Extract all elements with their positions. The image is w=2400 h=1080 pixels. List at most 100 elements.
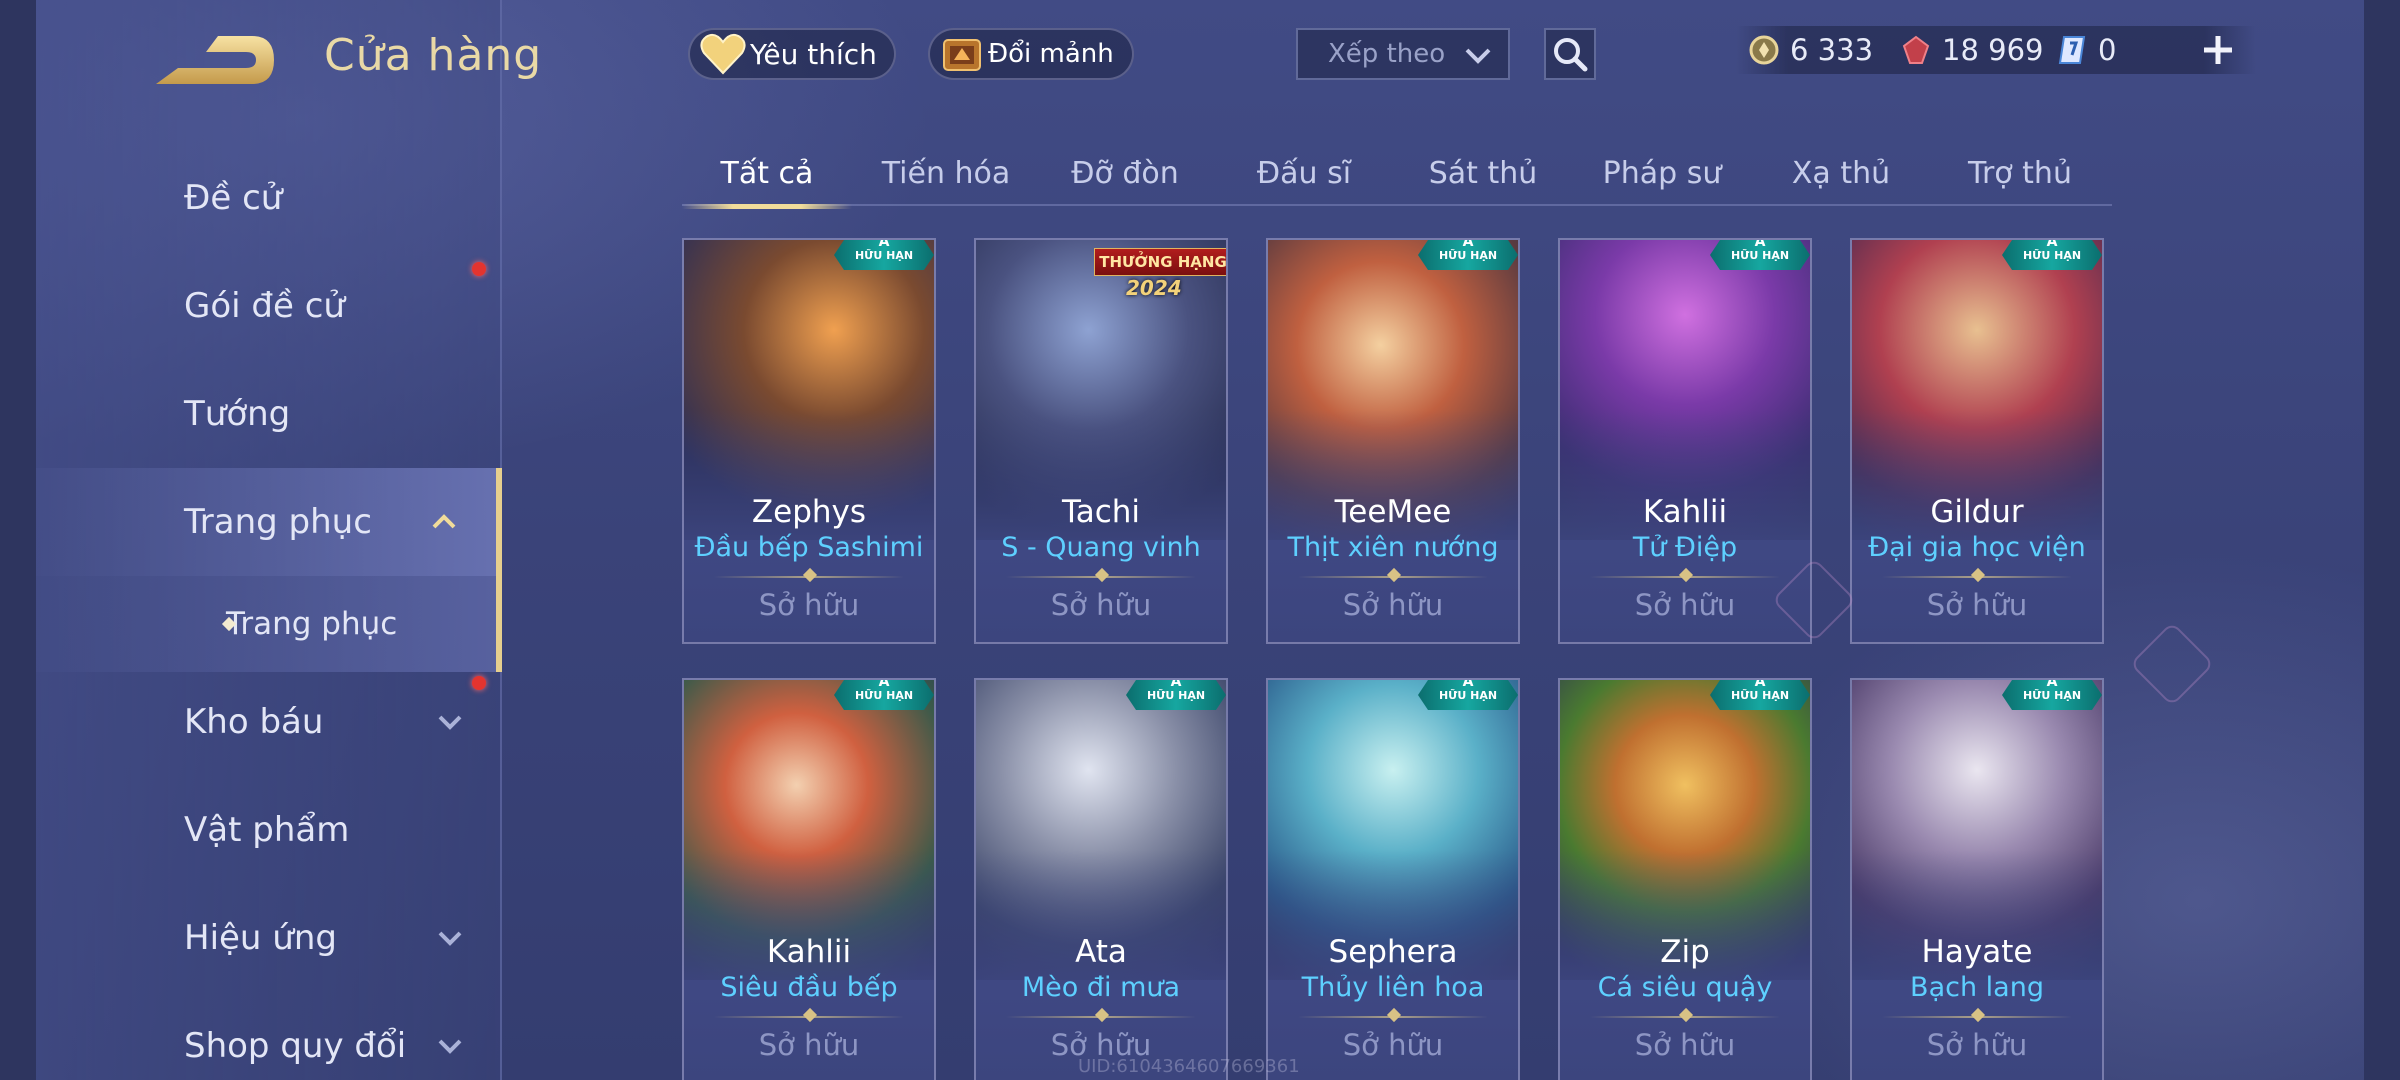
tab-do-don[interactable]: Đỡ đòn	[1040, 140, 1210, 206]
sidebar-item-de-cu[interactable]: Đề cử	[36, 144, 502, 252]
tier-label: A	[2046, 678, 2058, 690]
skin-name: Đầu bếp Sashimi	[694, 532, 924, 563]
hero-name: TeeMee	[1334, 494, 1452, 530]
tab-tien-hoa[interactable]: Tiến hóa	[861, 140, 1031, 206]
tab-label: Tiến hóa	[881, 155, 1011, 191]
owned-status: Sở hữu	[1634, 588, 1736, 622]
tab-label: Tất cả	[720, 155, 814, 191]
tier-label: A	[1170, 678, 1182, 690]
tab-label: Pháp sư	[1602, 155, 1722, 191]
chevron-down-icon	[438, 715, 462, 730]
sidebar-item-tuong[interactable]: Tướng	[36, 360, 502, 468]
chevron-up-icon	[432, 514, 456, 529]
sidebar-item-label: Tướng	[184, 394, 291, 434]
tier-label: A	[1462, 678, 1474, 690]
hero-name: Kahlii	[1642, 494, 1728, 530]
tab-label: Đấu sĩ	[1256, 155, 1352, 191]
shard-chest-icon	[943, 39, 981, 71]
tab-tat-ca[interactable]: Tất cả	[682, 140, 852, 209]
divider-diamond-icon	[1970, 567, 1986, 583]
search-icon	[1554, 38, 1588, 72]
tier-label: A	[2046, 238, 2058, 250]
skin-card[interactable]: HỮU HẠN A Kahlii Siêu đầu bếp Sở hữu	[682, 678, 936, 1080]
hero-name: Kahlii	[766, 934, 852, 970]
sidebar-item-label: Trang phục	[226, 606, 398, 642]
sidebar-item-kho-bau[interactable]: Kho báu	[36, 668, 502, 776]
sidebar-item-goi-de-cu[interactable]: Gói đề cử	[36, 252, 502, 360]
hero-name: Gildur	[1930, 494, 2024, 530]
back-arrow-icon	[156, 36, 274, 84]
exchange-shards-button[interactable]: Đổi mảnh	[928, 28, 1134, 80]
owned-status: Sở hữu	[1342, 588, 1444, 622]
shop-screen: Cửa hàng Đề cử Gói đề cử Tướng Trang phụ…	[0, 0, 2400, 1080]
tab-label: Đỡ đòn	[1071, 155, 1179, 191]
tab-tro-thu[interactable]: Trợ thủ	[1935, 140, 2105, 206]
skin-card[interactable]: HỮU HẠN A Hayate Bạch lang Sở hữu	[1850, 678, 2104, 1080]
tier-label: A	[1754, 238, 1766, 250]
tier-label: A	[878, 238, 890, 250]
tier-label: A	[878, 678, 890, 690]
hero-name: Tachi	[1061, 494, 1141, 530]
hero-name: Zip	[1660, 934, 1710, 970]
owned-status: Sở hữu	[1926, 588, 2028, 622]
ticket-amount: 0	[2098, 33, 2117, 67]
gold-amount: 6 333	[1790, 33, 1874, 67]
skin-card[interactable]: HỮU HẠN A Sephera Thủy liên hoa Sở hữu	[1266, 678, 1520, 1080]
skin-card[interactable]: HỮU HẠN A Gildur Đại gia học viện Sở hữu	[1850, 238, 2104, 644]
event-year: 2024	[1126, 276, 1182, 300]
sidebar-subitem-trang-phuc[interactable]: Trang phục	[36, 576, 502, 672]
skin-card[interactable]: HỮU HẠN A Ata Mèo đi mưa Sở hữu	[974, 678, 1228, 1080]
ruby-amount: 18 969	[1942, 33, 2044, 67]
heart-icon	[700, 33, 746, 75]
sidebar-item-label: Vật phẩm	[184, 810, 350, 850]
divider-diamond-icon	[1386, 567, 1402, 583]
divider-diamond-icon	[1386, 1007, 1402, 1023]
skin-name: Bạch lang	[1910, 972, 2044, 1003]
sidebar-item-label: Shop quy đổi	[184, 1026, 407, 1066]
sidebar-item-label: Gói đề cử	[184, 286, 345, 326]
hero-name: Zephys	[751, 494, 867, 530]
sidebar-item-trang-phuc[interactable]: Trang phục	[36, 468, 502, 576]
skin-card[interactable]: HỮU HẠN A TeeMee Thịt xiên nướng Sở hữu	[1266, 238, 1520, 644]
sidebar-item-hieu-ung[interactable]: Hiệu ứng	[36, 884, 502, 992]
skin-card[interactable]: HỮU HẠN A Zephys Đầu bếp Sashimi Sở hữu	[682, 238, 936, 644]
currency-gold: 6 333	[1748, 30, 1873, 70]
skin-name: Mèo đi mưa	[1021, 972, 1181, 1003]
skin-name: Siêu đầu bếp	[720, 972, 898, 1003]
sidebar-item-shop-quy-doi[interactable]: Shop quy đổi	[36, 992, 502, 1080]
tab-xa-thu[interactable]: Xạ thủ	[1756, 140, 1926, 206]
skin-name: Cá siêu quậy	[1597, 972, 1773, 1003]
sort-dropdown[interactable]: Xếp theo	[1296, 28, 1510, 80]
skin-name: S - Quang vinh	[1001, 532, 1201, 563]
tab-sat-thu[interactable]: Sát thủ	[1398, 140, 1568, 206]
skin-card[interactable]: THƯỞNG HẠNG 2024 Tachi S - Quang vinh Sở…	[974, 238, 1228, 644]
divider-diamond-icon	[1678, 1007, 1694, 1023]
favorites-label: Yêu thích	[750, 37, 877, 71]
sort-label: Xếp theo	[1328, 39, 1446, 69]
notification-dot	[472, 262, 486, 276]
owned-status: Sở hữu	[758, 588, 860, 622]
divider-diamond-icon	[802, 1007, 818, 1023]
screen-edge-right	[2364, 0, 2400, 1080]
sidebar-item-label: Trang phục	[184, 502, 372, 542]
back-button[interactable]	[148, 30, 278, 90]
add-currency-button[interactable]	[2196, 28, 2240, 72]
tier-label: A	[1754, 678, 1766, 690]
coin-icon	[1749, 35, 1779, 65]
skin-card[interactable]: HỮU HẠN A Zip Cá siêu quậy Sở hữu	[1558, 678, 1812, 1080]
sidebar-item-label: Kho báu	[184, 702, 324, 742]
owned-status: Sở hữu	[1050, 588, 1152, 622]
tab-dau-si[interactable]: Đấu sĩ	[1219, 140, 1389, 206]
favorites-button[interactable]: Yêu thích	[688, 28, 896, 80]
uid-watermark: UID:6104364607669361	[1078, 1056, 1300, 1077]
chevron-down-icon	[438, 1039, 462, 1054]
divider-diamond-icon	[1094, 1007, 1110, 1023]
tab-phap-su[interactable]: Pháp sư	[1577, 140, 1747, 206]
tier-label: A	[1462, 238, 1474, 250]
search-button[interactable]	[1544, 28, 1596, 80]
owned-status: Sở hữu	[1926, 1028, 2028, 1062]
skin-name: Đại gia học viện	[1868, 532, 2086, 563]
sidebar-item-label: Đề cử	[184, 178, 283, 218]
sidebar-item-vat-pham[interactable]: Vật phẩm	[36, 776, 502, 884]
skin-card[interactable]: HỮU HẠN A Kahlii Tử Điệp Sở hữu	[1558, 238, 1812, 644]
